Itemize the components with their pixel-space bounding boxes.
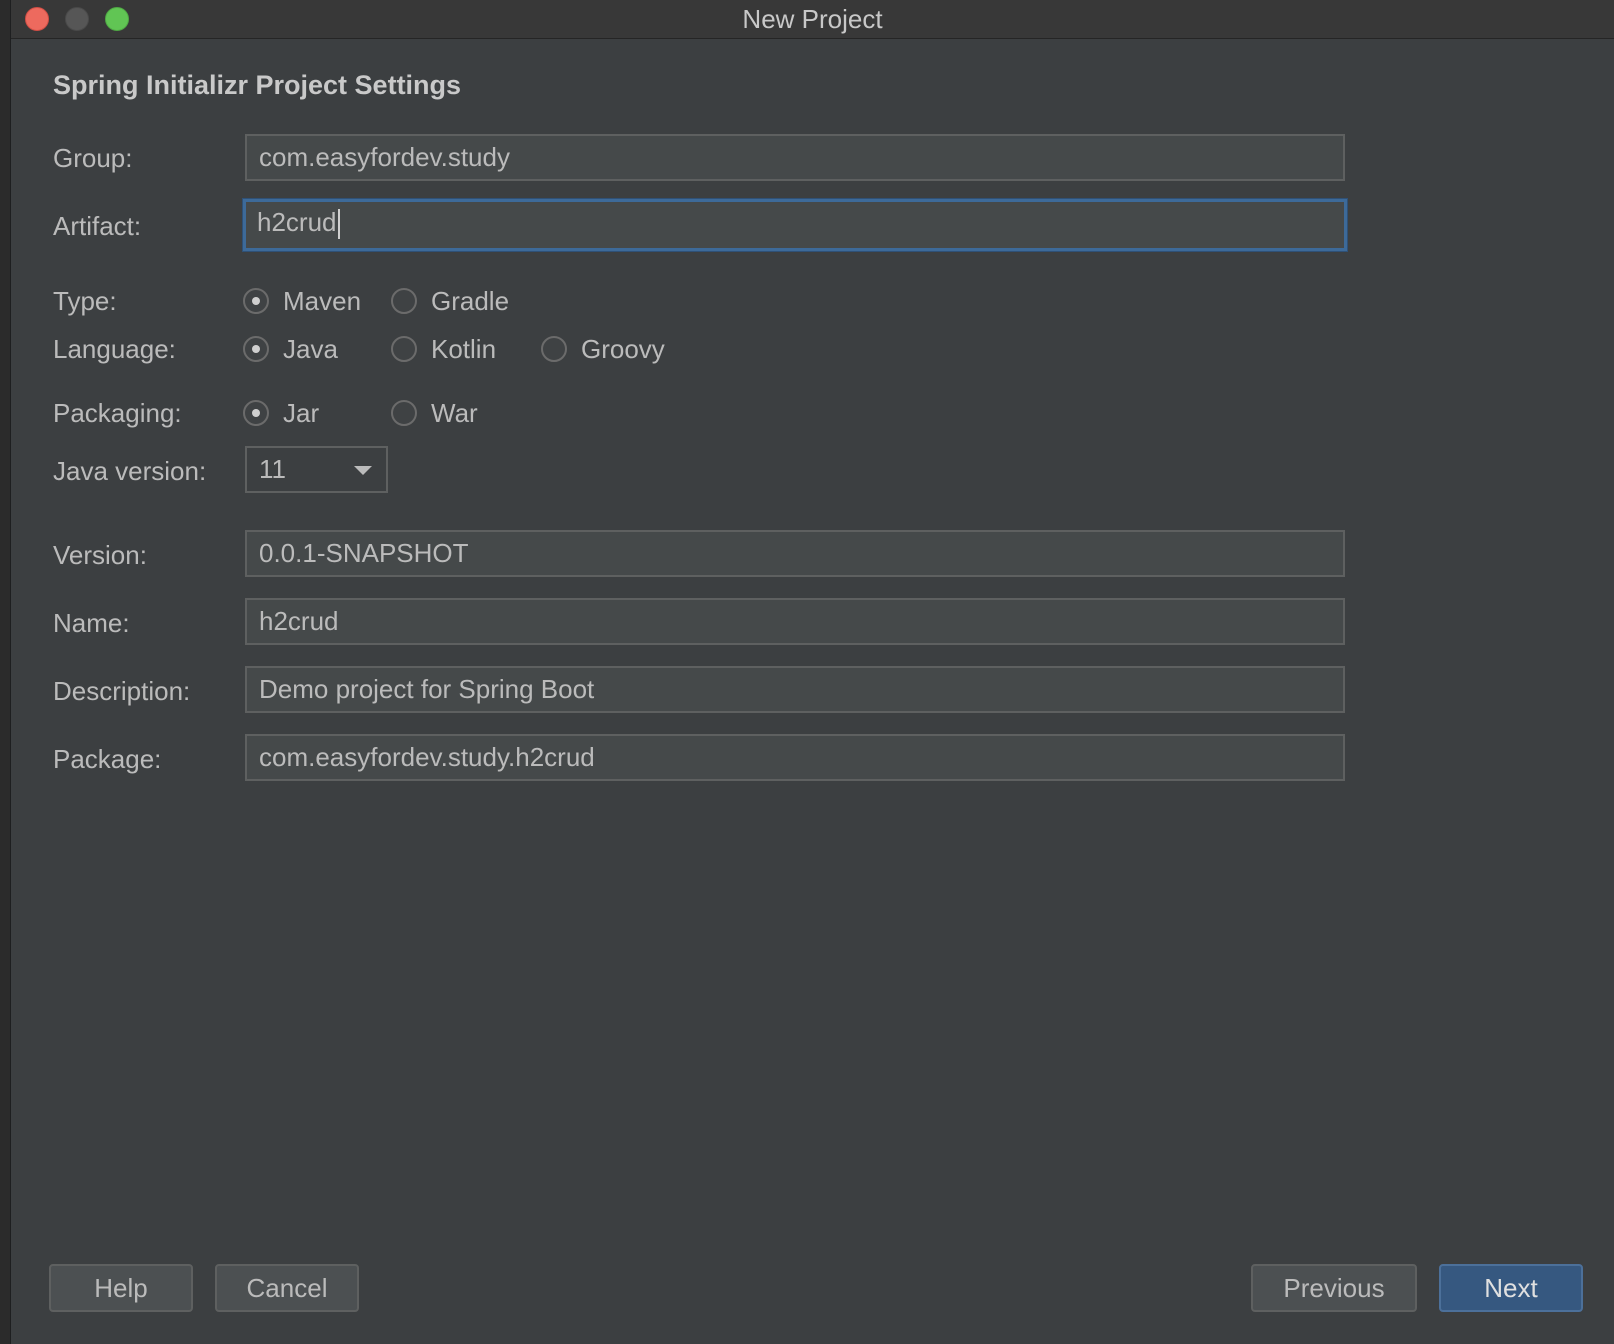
language-option-label: Groovy xyxy=(581,333,665,364)
type-radio-gradle[interactable]: Gradle xyxy=(391,285,509,317)
radio-unchecked-icon xyxy=(391,400,417,426)
name-label: Name: xyxy=(53,608,130,638)
java-version-label: Java version: xyxy=(53,456,207,486)
radio-checked-icon xyxy=(243,288,269,314)
java-version-value: 11 xyxy=(259,454,286,484)
java-version-dropdown[interactable]: 11 xyxy=(245,446,388,493)
new-project-dialog: New Project Spring Initializr Project Se… xyxy=(10,0,1614,1344)
group-field[interactable]: com.easyfordev.study xyxy=(245,134,1345,181)
description-field[interactable]: Demo project for Spring Boot xyxy=(245,666,1345,713)
language-radio-java[interactable]: Java xyxy=(243,333,338,365)
group-value: com.easyfordev.study xyxy=(259,142,510,172)
radio-checked-icon xyxy=(243,336,269,362)
packaging-radio-war[interactable]: War xyxy=(391,397,478,429)
packaging-option-label: Jar xyxy=(283,397,320,428)
text-cursor xyxy=(337,209,340,240)
help-button[interactable]: Help xyxy=(49,1264,193,1312)
version-field[interactable]: 0.0.1-SNAPSHOT xyxy=(245,530,1345,577)
artifact-label: Artifact: xyxy=(53,211,142,241)
chevron-down-icon xyxy=(354,466,372,475)
group-label: Group: xyxy=(53,143,133,173)
package-label: Package: xyxy=(53,744,162,774)
language-radio-kotlin[interactable]: Kotlin xyxy=(391,333,496,365)
artifact-field[interactable]: h2crud xyxy=(243,199,1347,251)
description-value: Demo project for Spring Boot xyxy=(259,674,595,704)
title-bar: New Project xyxy=(11,0,1614,39)
window-title: New Project xyxy=(742,4,883,34)
name-field[interactable]: h2crud xyxy=(245,598,1345,645)
type-label: Type: xyxy=(53,286,117,316)
type-option-label: Maven xyxy=(283,285,362,316)
packaging-radio-jar[interactable]: Jar xyxy=(243,397,319,429)
language-option-label: Kotlin xyxy=(431,333,497,364)
package-value: com.easyfordev.study.h2crud xyxy=(259,742,595,772)
previous-button[interactable]: Previous xyxy=(1251,1264,1417,1312)
type-radio-maven[interactable]: Maven xyxy=(243,285,361,317)
name-value: h2crud xyxy=(259,606,339,636)
radio-unchecked-icon xyxy=(541,336,567,362)
artifact-value: h2crud xyxy=(257,207,337,237)
cancel-button[interactable]: Cancel xyxy=(215,1264,359,1312)
section-title: Spring Initializr Project Settings xyxy=(53,70,462,100)
description-label: Description: xyxy=(53,676,191,706)
version-label: Version: xyxy=(53,540,147,570)
background-editor-strip xyxy=(0,0,10,1344)
language-radio-groovy[interactable]: Groovy xyxy=(541,333,665,365)
version-value: 0.0.1-SNAPSHOT xyxy=(259,538,469,568)
radio-unchecked-icon xyxy=(391,336,417,362)
next-button[interactable]: Next xyxy=(1439,1264,1583,1312)
packaging-label: Packaging: xyxy=(53,398,182,428)
language-option-label: Java xyxy=(283,333,338,364)
radio-checked-icon xyxy=(243,400,269,426)
packaging-option-label: War xyxy=(431,397,478,428)
language-label: Language: xyxy=(53,334,176,364)
radio-unchecked-icon xyxy=(391,288,417,314)
type-option-label: Gradle xyxy=(431,285,510,316)
package-field[interactable]: com.easyfordev.study.h2crud xyxy=(245,734,1345,781)
